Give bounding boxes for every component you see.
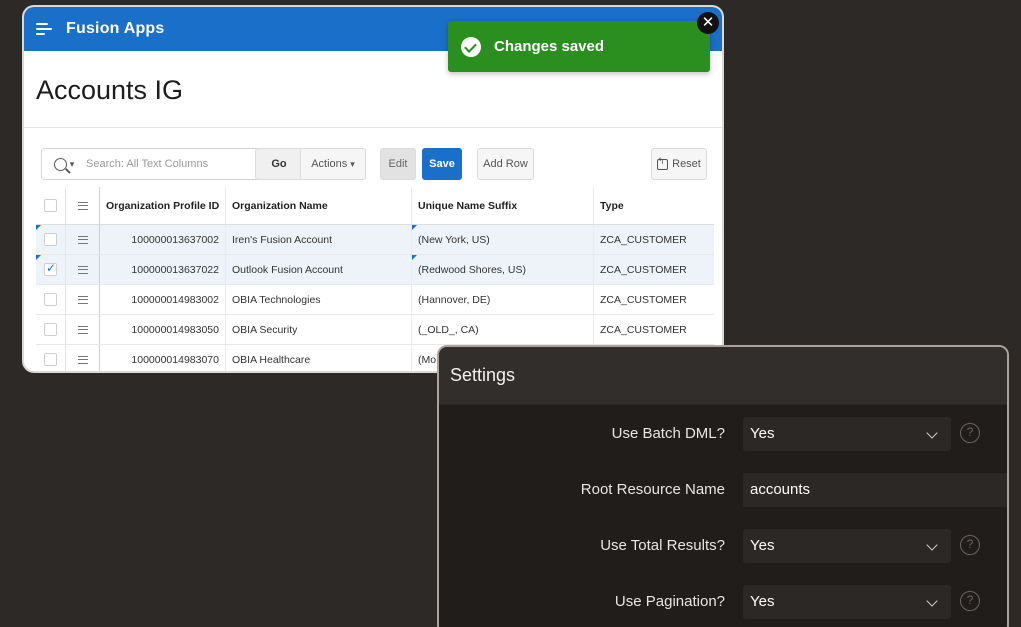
select-all-checkbox[interactable] — [44, 199, 57, 212]
chevron-down-icon: ▾ — [350, 158, 355, 169]
close-icon[interactable]: ✕ — [697, 12, 719, 34]
actions-label: Actions — [311, 158, 348, 170]
column-header-type[interactable]: Type — [594, 187, 714, 224]
help-icon[interactable]: ? — [960, 535, 980, 555]
row-actions-icon[interactable] — [77, 235, 88, 244]
row-actions-icon[interactable] — [77, 325, 88, 334]
row-actions-icon[interactable] — [77, 355, 88, 364]
cell-type[interactable]: ZCA_CUSTOMER — [594, 225, 714, 254]
grid-header-row: Organization Profile ID Organization Nam… — [36, 187, 714, 225]
reset-button[interactable]: Reset — [651, 148, 707, 180]
setting-use-pagination: Use Pagination? Yes ? — [439, 585, 1007, 619]
help-icon[interactable]: ? — [960, 591, 980, 611]
cell-org-profile-id[interactable]: 100000014983070 — [100, 345, 226, 371]
go-button[interactable]: Go — [255, 148, 303, 180]
edit-button[interactable]: Edit — [380, 148, 416, 180]
setting-label: Use Batch DML? — [611, 425, 725, 442]
chevron-down-icon — [926, 427, 938, 439]
cell-unique-name-suffix[interactable]: (_OLD_, CA) — [412, 315, 594, 344]
row-checkbox[interactable] — [44, 323, 57, 336]
help-icon[interactable]: ? — [960, 423, 980, 443]
row-checkbox[interactable] — [44, 233, 57, 246]
row-actions-icon[interactable] — [77, 265, 88, 274]
save-button[interactable]: Save — [422, 148, 462, 180]
cell-type[interactable]: ZCA_CUSTOMER — [594, 315, 714, 344]
success-toast: Changes saved — [448, 21, 710, 72]
row-actions-icon[interactable] — [77, 295, 88, 304]
toast-message: Changes saved — [494, 38, 605, 55]
cell-org-profile-id[interactable]: 100000013637022 — [100, 255, 226, 284]
column-header-unique-name-suffix[interactable]: Unique Name Suffix — [412, 187, 594, 224]
cell-org-name[interactable]: Iren's Fusion Account — [226, 225, 412, 254]
hamburger-icon[interactable] — [36, 22, 54, 36]
setting-use-total-results: Use Total Results? Yes ? — [439, 529, 1007, 563]
table-row[interactable]: 100000014983002 OBIA Technologies (Hanno… — [36, 285, 714, 315]
chevron-down-icon — [926, 595, 938, 607]
setting-label: Root Resource Name — [580, 481, 725, 498]
cell-org-name[interactable]: Outlook Fusion Account — [226, 255, 412, 284]
search-column-selector[interactable]: ▾ — [42, 149, 86, 179]
add-row-button[interactable]: Add Row — [477, 148, 534, 180]
chevron-down-icon — [926, 539, 938, 551]
search-input[interactable] — [86, 158, 256, 170]
column-header-org-name[interactable]: Organization Name — [226, 187, 412, 224]
cell-unique-name-suffix[interactable]: (New York, US) — [412, 225, 594, 254]
grid-toolbar: ▾ Go Actions ▾ Edit Save Add Row Reset — [41, 148, 709, 180]
cell-org-profile-id[interactable]: 100000014983002 — [100, 285, 226, 314]
table-row[interactable]: 100000014983050 OBIA Security (_OLD_, CA… — [36, 315, 714, 345]
cell-org-name[interactable]: OBIA Healthcare — [226, 345, 412, 371]
chevron-down-icon: ▾ — [69, 158, 75, 169]
table-row[interactable]: 100000013637002 Iren's Fusion Account (N… — [36, 225, 714, 255]
divider — [24, 127, 722, 128]
row-actions-icon — [77, 201, 88, 210]
check-circle-icon — [461, 36, 481, 57]
page-title: Accounts IG — [36, 75, 184, 105]
root-resource-name-input[interactable]: accounts — [743, 473, 1007, 507]
row-checkbox[interactable] — [44, 261, 57, 276]
setting-use-batch-dml: Use Batch DML? Yes ? — [439, 417, 1007, 451]
reset-label: Reset — [672, 158, 701, 170]
cell-org-name[interactable]: OBIA Technologies — [226, 285, 412, 314]
reset-icon — [657, 156, 669, 170]
settings-panel: Settings Use Batch DML? Yes ? Root Resou… — [437, 345, 1009, 627]
cell-type[interactable]: ZCA_CUSTOMER — [594, 255, 714, 284]
cell-unique-name-suffix[interactable]: (Hannover, DE) — [412, 285, 594, 314]
select-value: Yes — [750, 593, 775, 610]
setting-label: Use Total Results? — [600, 537, 725, 554]
use-pagination-select[interactable]: Yes — [743, 585, 951, 619]
cell-org-name[interactable]: OBIA Security — [226, 315, 412, 344]
row-checkbox[interactable] — [44, 353, 57, 366]
cell-type[interactable]: ZCA_CUSTOMER — [594, 285, 714, 314]
setting-label: Use Pagination? — [614, 593, 725, 610]
use-total-results-select[interactable]: Yes — [743, 529, 951, 563]
actions-menu-button[interactable]: Actions ▾ — [300, 148, 366, 180]
app-title[interactable]: Fusion Apps — [66, 20, 165, 38]
search-icon — [53, 157, 67, 171]
cell-org-profile-id[interactable]: 100000014983050 — [100, 315, 226, 344]
table-row[interactable]: 100000013637022 Outlook Fusion Account (… — [36, 255, 714, 285]
cell-unique-name-suffix[interactable]: (Redwood Shores, US) — [412, 255, 594, 284]
row-checkbox[interactable] — [44, 293, 57, 306]
setting-root-resource-name: Root Resource Name accounts — [439, 473, 1007, 507]
column-header-org-profile-id[interactable]: Organization Profile ID — [100, 187, 226, 224]
select-value: Yes — [750, 537, 775, 554]
settings-title: Settings — [439, 347, 1007, 405]
search-box: ▾ — [41, 148, 287, 180]
cell-org-profile-id[interactable]: 100000013637002 — [100, 225, 226, 254]
select-value: Yes — [750, 425, 775, 442]
use-batch-dml-select[interactable]: Yes — [743, 417, 951, 451]
